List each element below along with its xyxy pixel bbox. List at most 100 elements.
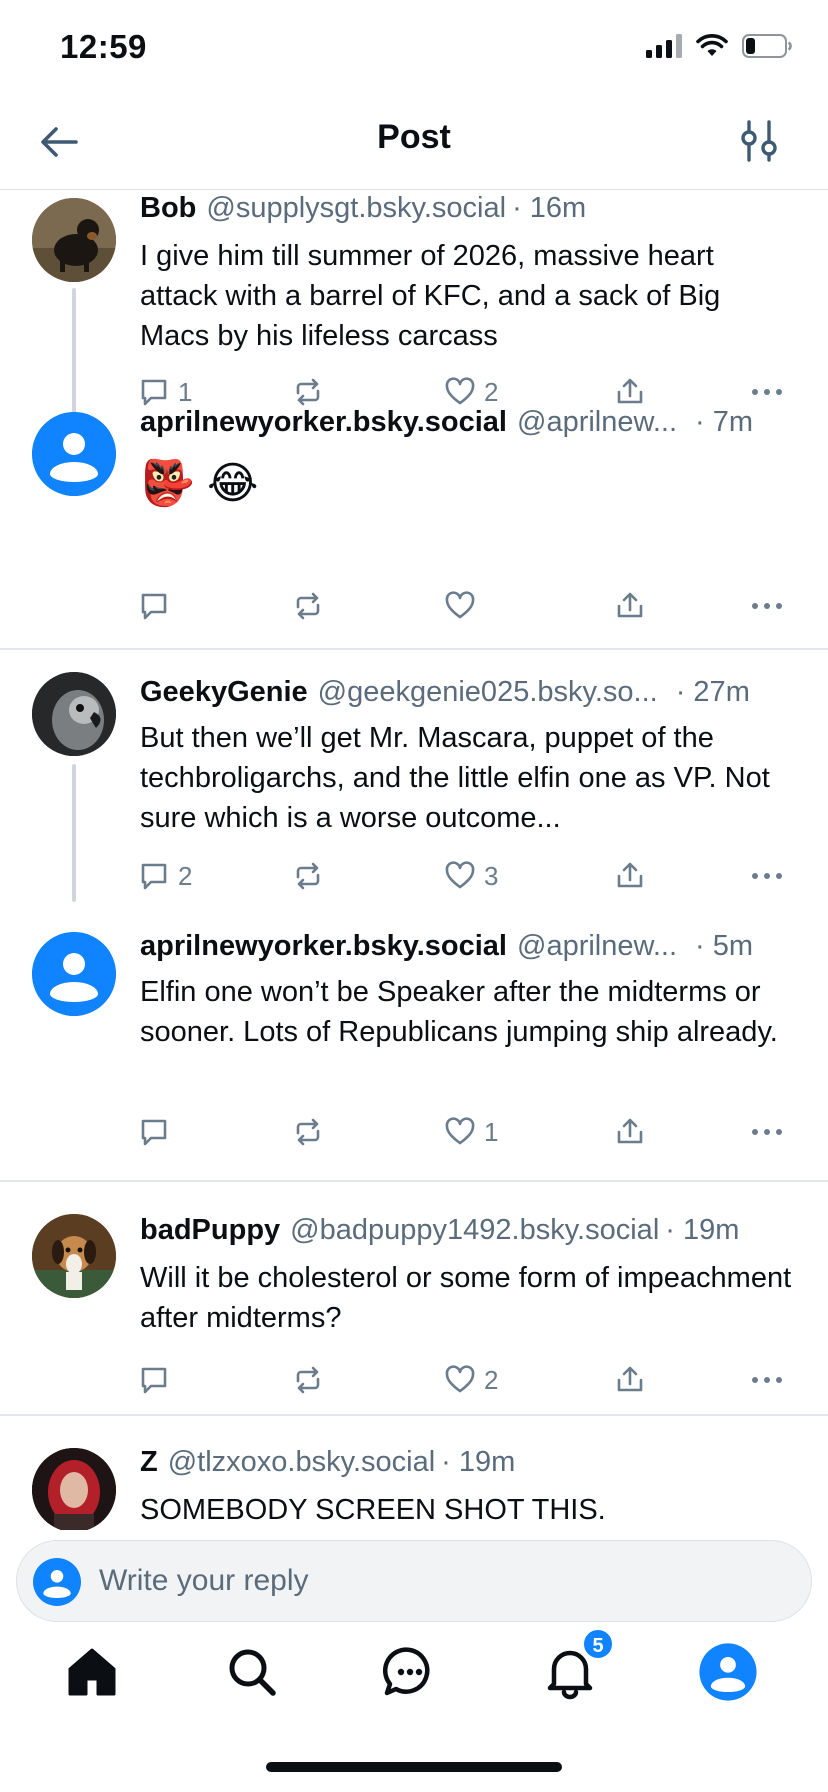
like-icon [445,1117,475,1145]
avatar[interactable] [32,672,116,756]
share-button[interactable] [614,856,646,896]
author-name[interactable]: aprilnewyorker.bsky.social [140,930,507,963]
home-icon [68,1648,116,1696]
more-icon [752,603,782,609]
like-button[interactable]: 2 [444,1360,498,1400]
dog-avatar-icon [32,198,116,282]
like-count: 1 [484,1116,499,1147]
tab-home[interactable] [62,1642,122,1702]
more-button[interactable] [750,856,784,896]
like-icon [445,1365,475,1393]
more-icon [752,873,782,879]
author-handle[interactable]: @aprilnew... [517,406,677,439]
share-button[interactable] [614,1112,646,1152]
divider [0,1414,828,1416]
author-name[interactable]: Z [140,1446,158,1479]
repost-icon [296,1366,320,1394]
battery-icon [742,34,792,58]
more-button[interactable] [750,586,784,626]
post-actions [138,586,794,626]
repost-icon [296,592,320,620]
status-time: 12:59 [60,28,147,65]
share-icon [617,1118,643,1144]
reply-button[interactable] [138,1112,178,1152]
tab-profile[interactable] [698,1642,758,1702]
repost-button[interactable] [292,586,324,626]
puppy-avatar-icon [32,1214,116,1298]
like-button[interactable]: 1 [444,1112,498,1152]
share-icon [617,592,643,618]
post-text: SOMEBODY SCREEN SHOT THIS. [140,1494,606,1526]
author-name[interactable]: badPuppy [140,1214,280,1247]
author-name[interactable]: aprilnewyorker.bsky.social [140,406,507,439]
like-icon [445,861,475,889]
post-time: · 27m [675,676,750,708]
search-icon [229,1649,276,1696]
avatar[interactable] [32,1448,116,1530]
post-header-line: aprilnewyorker.bsky.social @aprilnew... … [140,406,794,446]
author-name[interactable]: Bob [140,192,196,225]
wifi-icon [696,34,728,56]
like-button[interactable]: 3 [444,856,498,896]
more-button[interactable] [750,1360,784,1400]
author-handle[interactable]: @tlzxoxo.bsky.social [168,1446,435,1479]
post-header-line: aprilnewyorker.bsky.social @aprilnew... … [140,930,794,970]
more-icon [752,1129,782,1135]
share-button[interactable] [614,586,646,626]
post-time: · 5m [695,930,754,962]
post-item[interactable]: aprilnewyorker.bsky.social @aprilnew... … [0,406,828,632]
divider [0,1180,828,1182]
more-button[interactable] [750,1112,784,1152]
author-handle[interactable]: @geekgenie025.bsky.so... [318,676,658,709]
thread-feed[interactable]: Bob @supplysgt.bsky.social · 16m I give … [0,190,828,1530]
reply-count: 1 [178,376,193,407]
thread-settings-button[interactable] [740,118,780,166]
status-bar: 12:59 [0,0,828,100]
author-handle[interactable]: @supplysgt.bsky.social [206,192,506,225]
avatar[interactable] [32,932,116,1016]
share-icon [617,862,643,888]
post-time: · 19m [665,1214,740,1246]
more-icon [752,1377,782,1383]
repost-button[interactable] [292,1360,324,1400]
tab-search[interactable] [222,1642,282,1702]
parrot-avatar-icon [32,672,116,756]
tab-chat[interactable] [380,1642,440,1702]
post-item[interactable]: Bob @supplysgt.bsky.social · 16m I give … [0,190,828,448]
post-header-line: badPuppy @badpuppy1492.bsky.social · 19m [140,1214,794,1254]
repost-icon [296,1118,320,1146]
reply-button[interactable] [138,586,178,626]
avatar [33,1558,81,1606]
avatar[interactable] [32,412,116,496]
share-icon [617,378,643,404]
author-handle[interactable]: @badpuppy1492.bsky.social [290,1214,659,1247]
reply-button[interactable]: 2 [138,856,192,896]
reply-icon [141,593,167,620]
repost-button[interactable] [292,1112,324,1152]
repost-button[interactable] [292,856,324,896]
author-handle[interactable]: @aprilnew... [517,930,677,963]
post-item[interactable]: aprilnewyorker.bsky.social @aprilnew... … [0,930,828,1152]
avatar[interactable] [32,198,116,282]
profile-icon [699,1643,757,1701]
reply-icon [141,379,167,406]
like-count: 2 [484,1364,499,1395]
post-header-line: GeekyGenie @geekgenie025.bsky.so... · 27… [140,676,794,716]
tab-notifications[interactable]: 5 [540,1628,614,1702]
reply-placeholder: Write your reply [99,1564,309,1597]
home-indicator [266,1762,562,1772]
author-name[interactable]: GeekyGenie [140,676,308,709]
share-button[interactable] [614,1360,646,1400]
status-icons [646,34,792,58]
avatar[interactable] [32,1214,116,1298]
more-icon [752,389,782,395]
post-item[interactable]: GeekyGenie @geekgenie025.bsky.so... · 27… [0,672,828,902]
post-item[interactable]: badPuppy @badpuppy1492.bsky.social · 19m… [0,1214,828,1414]
post-item[interactable]: Z @tlzxoxo.bsky.social · 19m SOMEBODY SC… [0,1446,828,1530]
post-time: · 19m [441,1446,516,1478]
repost-icon [296,378,320,406]
reply-button[interactable] [138,1360,178,1400]
reply-input[interactable]: Write your reply [16,1540,812,1622]
default-avatar-icon [32,412,116,496]
like-button[interactable] [444,586,484,626]
